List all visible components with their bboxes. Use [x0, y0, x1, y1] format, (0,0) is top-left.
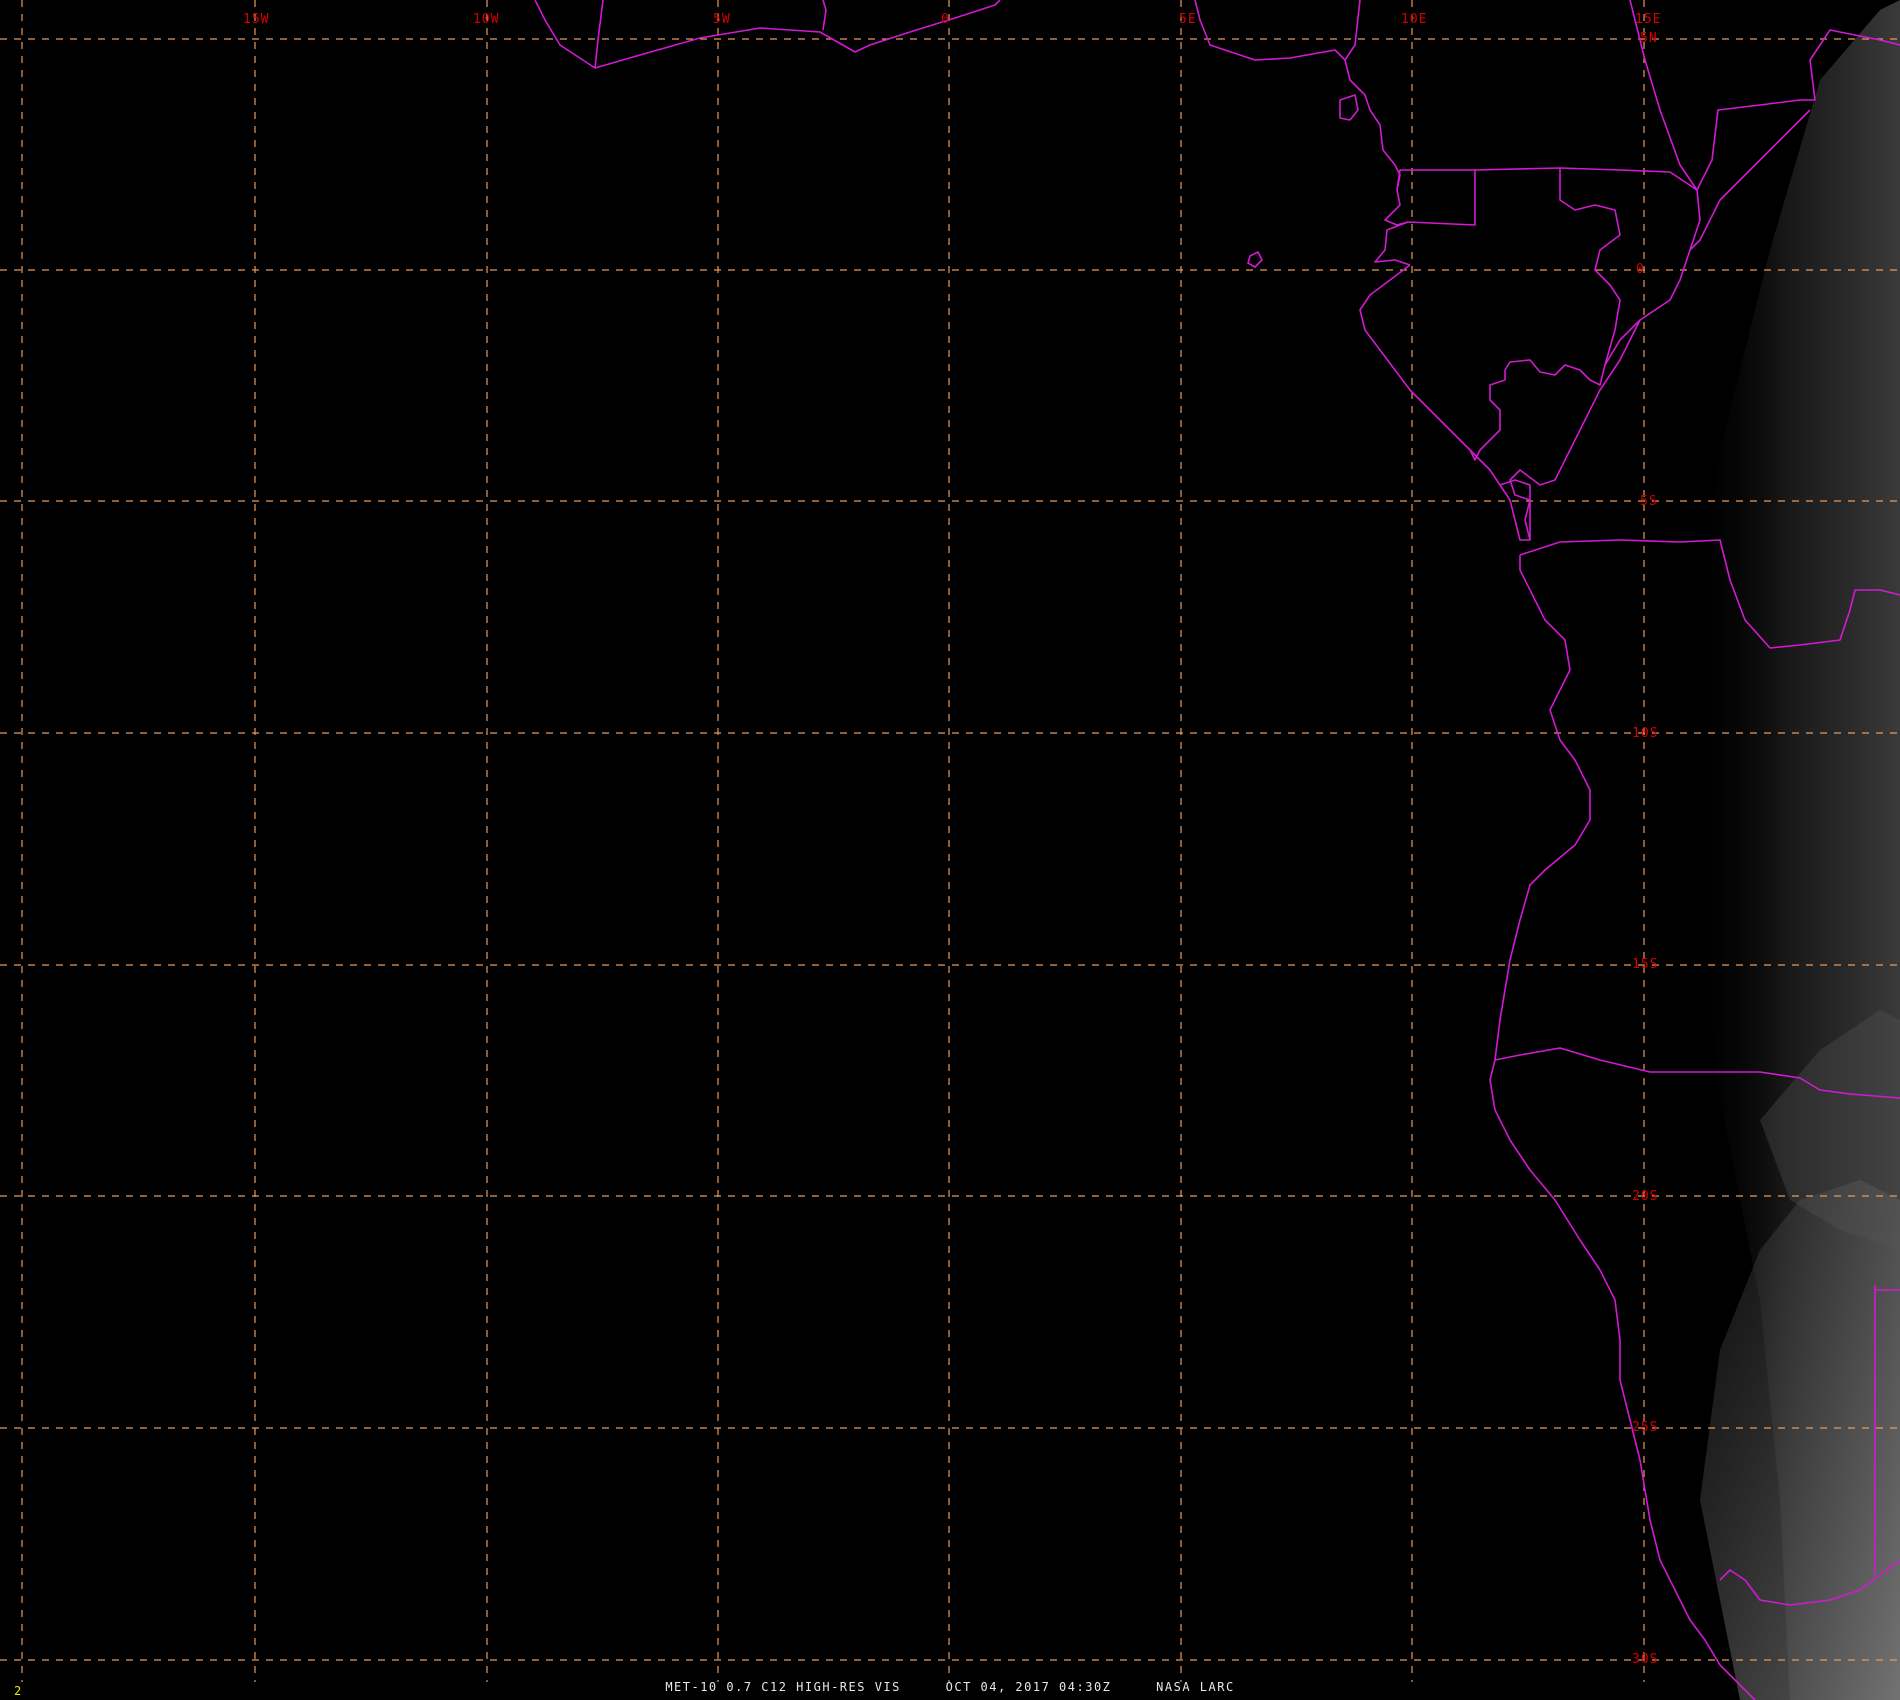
namibia-coast [1489, 1059, 1756, 1700]
satellite-map: 15W 10W 5W 0 5E 10E 15E 5N 0 5S 10S 15S … [0, 0, 1900, 1700]
lat-label: 5N [1640, 31, 1658, 46]
lat-label: 30S [1632, 1652, 1658, 1667]
west-africa-inland-border [594, 0, 604, 69]
lon-label: 15W [243, 12, 269, 27]
nigeria-cameroon-border [1344, 0, 1361, 61]
cabinda [1499, 479, 1531, 541]
lat-label: 0 [1636, 262, 1645, 277]
lat-label: 10S [1632, 726, 1658, 741]
graticule [0, 0, 1900, 1682]
gabon-coast [1359, 264, 1516, 521]
cameroon-east-border [1629, 0, 1698, 191]
caption-datetime: OCT 04, 2017 04:30Z [945, 1680, 1112, 1694]
lat-label: 25S [1632, 1420, 1658, 1435]
caption-source: NASA LARC [1156, 1680, 1235, 1694]
caption-product: MET-10 0.7 C12 HIGH-RES VIS [665, 1680, 901, 1694]
lat-label: 20S [1632, 1189, 1658, 1204]
lon-label: 5E [1179, 12, 1197, 27]
cameroon-coast [1384, 189, 1409, 226]
lon-label: 10E [1401, 12, 1427, 27]
lon-label: 15E [1635, 12, 1661, 27]
latitude-labels: 5N 0 5S 10S 15S 20S 25S 30S [1632, 31, 1658, 1667]
daylight-region [1690, 0, 1900, 1700]
lat-label: 5S [1640, 494, 1658, 509]
lon-label: 5W [713, 12, 731, 27]
border-ghana [822, 0, 827, 31]
nigeria-coast [1194, 0, 1401, 191]
equatorial-guinea [1374, 169, 1476, 266]
cameroon-south-border [1474, 167, 1698, 191]
angola-coast [1494, 555, 1591, 1061]
political-borders [534, 0, 1900, 1700]
gulf-of-guinea-coast [534, 0, 1001, 69]
lat-label: 15S [1632, 957, 1658, 972]
bioko-island [1339, 94, 1359, 121]
image-caption: MET-10 0.7 C12 HIGH-RES VIS OCT 04, 2017… [0, 1680, 1900, 1700]
sao-tome-island [1247, 251, 1263, 268]
lon-label: 10W [473, 12, 499, 27]
lon-label: 0 [941, 12, 950, 27]
gabon-congo-border [1469, 168, 1621, 461]
